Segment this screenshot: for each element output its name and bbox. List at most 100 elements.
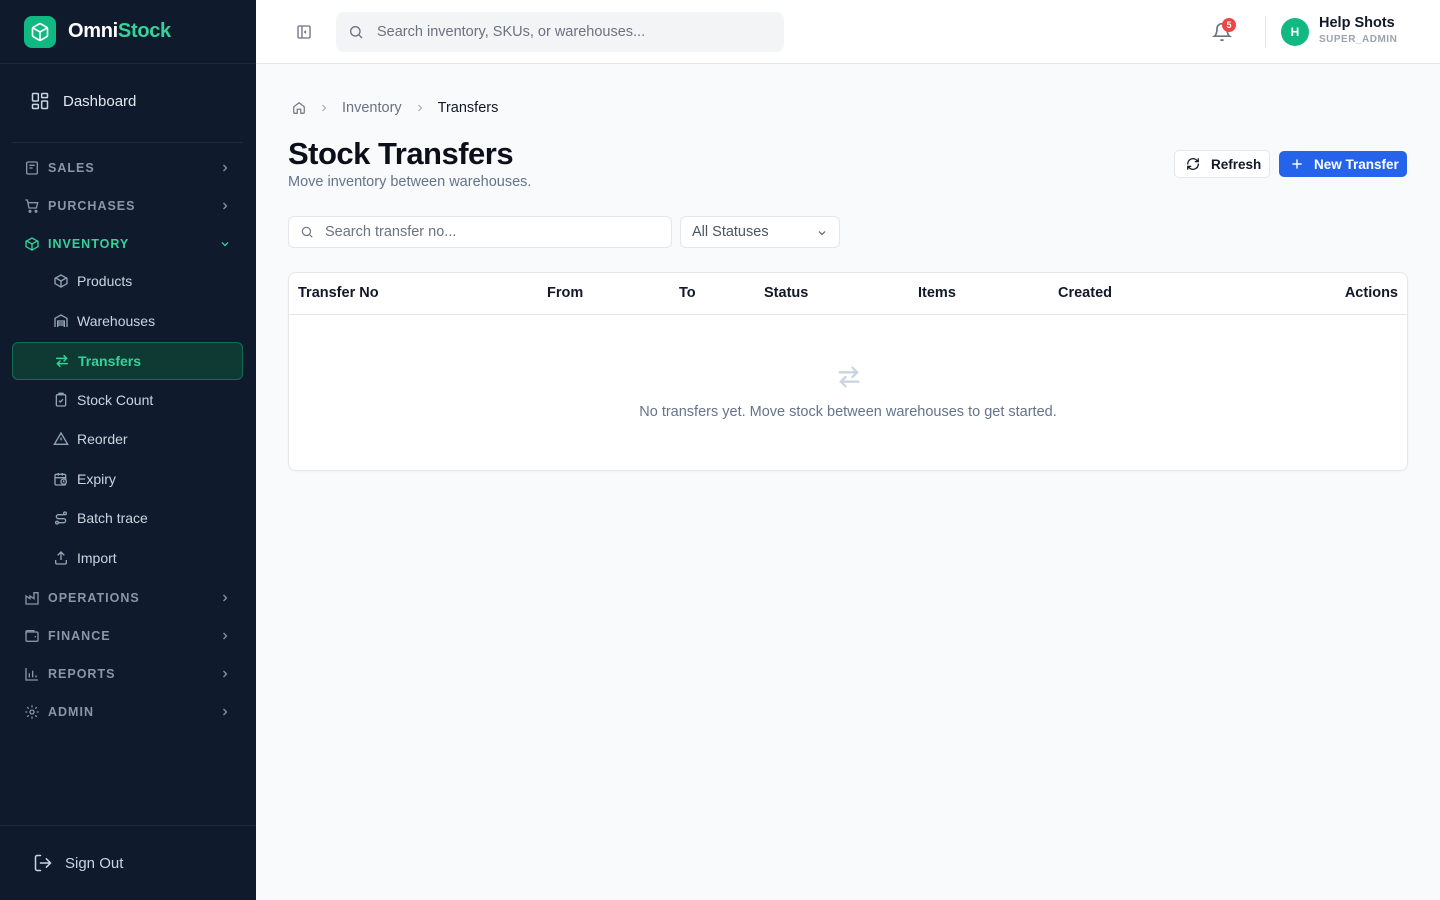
brand-name-part1: Omni xyxy=(68,20,118,42)
column-header-transfer-no: Transfer No xyxy=(298,285,379,301)
sidebar-item-label: Warehouses xyxy=(77,313,156,329)
transfer-search-input[interactable] xyxy=(325,224,665,240)
sidebar-item-label: Dashboard xyxy=(63,92,137,110)
top-bar: 5 H Help Shots SUPER_ADMIN xyxy=(256,0,1440,64)
sidebar-divider xyxy=(0,825,256,826)
warning-triangle-icon xyxy=(53,431,69,445)
section-label: SALES xyxy=(48,161,95,175)
receipt-icon xyxy=(26,161,38,175)
sidebar-section-finance[interactable]: FINANCE xyxy=(24,625,231,647)
sign-out-label: Sign Out xyxy=(65,854,124,872)
global-search[interactable] xyxy=(336,12,784,52)
search-icon xyxy=(350,26,363,39)
user-role: SUPER_ADMIN xyxy=(1319,34,1398,45)
chevron-down-icon xyxy=(221,242,229,247)
sidebar-section-admin[interactable]: ADMIN xyxy=(24,701,231,723)
table-header: Transfer No From To Status Items Created… xyxy=(289,273,1407,315)
chevron-right-icon xyxy=(417,104,422,112)
bar-chart-icon xyxy=(25,668,38,681)
section-label: ADMIN xyxy=(48,705,94,719)
sidebar-item-label: Reorder xyxy=(77,431,128,447)
breadcrumb-transfers: Transfers xyxy=(437,100,499,116)
global-search-input[interactable] xyxy=(377,24,777,40)
chevron-right-icon xyxy=(223,708,228,716)
sidebar-item-label: Products xyxy=(77,273,133,289)
sidebar-section-operations[interactable]: OPERATIONS xyxy=(24,587,231,609)
brand-name: OmniStock xyxy=(68,20,171,43)
refresh-button[interactable]: Refresh xyxy=(1174,150,1270,178)
chevron-right-icon xyxy=(223,594,228,602)
chevron-right-icon xyxy=(223,670,228,678)
box-icon xyxy=(54,274,68,288)
column-header-created: Created xyxy=(1058,285,1112,301)
search-icon xyxy=(301,226,313,238)
package-icon xyxy=(25,237,39,251)
chevron-right-icon xyxy=(223,632,228,640)
sidebar-item-label: Transfers xyxy=(78,353,142,369)
refresh-icon xyxy=(1187,158,1199,170)
upload-icon xyxy=(55,551,67,565)
page-title: Stock Transfers xyxy=(288,136,514,171)
sidebar-item-reorder[interactable]: Reorder xyxy=(12,420,243,458)
column-header-from: From xyxy=(547,285,584,301)
status-filter-select[interactable]: All Statuses xyxy=(680,216,840,248)
sign-out-button[interactable]: Sign Out xyxy=(33,850,123,876)
breadcrumb-inventory[interactable]: Inventory xyxy=(342,100,402,116)
sidebar-toggle-icon[interactable] xyxy=(296,24,312,40)
breadcrumb: Inventory Transfers xyxy=(292,98,498,118)
sidebar-item-stock-count[interactable]: Stock Count xyxy=(12,381,243,419)
cart-icon xyxy=(25,199,39,213)
transfer-search[interactable] xyxy=(288,216,672,248)
transfers-table: Transfer No From To Status Items Created… xyxy=(288,272,1408,471)
chevron-right-icon xyxy=(223,202,228,210)
chevron-right-icon xyxy=(322,104,327,112)
wallet-icon xyxy=(25,630,39,642)
sidebar-item-import[interactable]: Import xyxy=(12,539,243,577)
sidebar-item-label: Stock Count xyxy=(77,392,154,408)
chevron-down-icon xyxy=(818,231,826,236)
sidebar-item-batch-trace[interactable]: Batch trace xyxy=(12,499,243,537)
sidebar: OmniStock Dashboard SALES PURCHASES INVE… xyxy=(0,0,256,900)
column-header-status: Status xyxy=(764,285,809,301)
package-logo-icon xyxy=(24,15,56,48)
sidebar-item-label: Batch trace xyxy=(77,510,148,526)
sidebar-item-products[interactable]: Products xyxy=(12,262,243,300)
column-header-to: To xyxy=(679,285,696,301)
sidebar-section-purchases[interactable]: PURCHASES xyxy=(24,195,231,217)
section-label: INVENTORY xyxy=(48,237,130,251)
column-header-actions: Actions xyxy=(1344,285,1398,301)
sidebar-item-dashboard[interactable]: Dashboard xyxy=(24,80,136,122)
chevron-right-icon xyxy=(223,164,228,172)
plus-icon xyxy=(1292,159,1302,169)
calendar-clock-icon xyxy=(54,473,67,486)
status-filter-value: All Statuses xyxy=(692,224,769,240)
sidebar-item-label: Import xyxy=(77,550,117,566)
brand[interactable]: OmniStock xyxy=(0,0,256,64)
avatar[interactable]: H xyxy=(1281,18,1309,46)
header-divider xyxy=(1265,16,1266,48)
section-label: PURCHASES xyxy=(48,199,136,213)
gear-icon xyxy=(25,705,39,719)
route-icon xyxy=(55,511,67,525)
sidebar-item-expiry[interactable]: Expiry xyxy=(12,460,243,498)
page-subtitle: Move inventory between warehouses. xyxy=(288,174,532,190)
sidebar-item-label: Expiry xyxy=(77,471,116,487)
home-icon[interactable] xyxy=(292,101,306,115)
section-label: OPERATIONS xyxy=(48,591,140,605)
section-label: REPORTS xyxy=(48,667,116,681)
sidebar-section-sales[interactable]: SALES xyxy=(24,157,231,179)
sidebar-section-reports[interactable]: REPORTS xyxy=(24,663,231,685)
sidebar-section-inventory[interactable]: INVENTORY xyxy=(24,233,231,255)
new-transfer-button[interactable]: New Transfer xyxy=(1279,151,1407,177)
user-name[interactable]: Help Shots xyxy=(1319,15,1395,31)
clipboard-check-icon xyxy=(55,392,67,407)
notification-badge: 5 xyxy=(1222,18,1236,32)
sidebar-item-warehouses[interactable]: Warehouses xyxy=(12,302,243,340)
empty-state-message: No transfers yet. Move stock between war… xyxy=(639,404,1057,420)
new-transfer-label: New Transfer xyxy=(1314,156,1399,172)
sidebar-divider xyxy=(12,142,243,143)
column-header-items: Items xyxy=(918,285,956,301)
dashboard-grid-icon xyxy=(31,92,49,110)
refresh-label: Refresh xyxy=(1211,156,1262,172)
sidebar-item-transfers[interactable]: Transfers xyxy=(12,342,243,380)
